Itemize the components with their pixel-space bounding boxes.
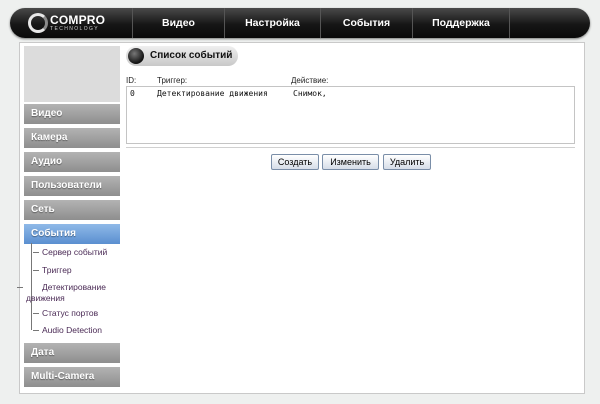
sidebar-item-audio[interactable]: Аудио — [24, 152, 120, 172]
row-0-id[interactable]: 0 — [130, 89, 135, 98]
nav-video[interactable]: Видео — [132, 8, 224, 38]
logo-name: COMPRO — [50, 13, 106, 27]
submenu-port-status[interactable]: Статус портов — [32, 308, 98, 319]
section-divider — [126, 147, 575, 148]
column-header-trigger: Триггер: — [157, 76, 188, 85]
sidebar-item-multi-camera[interactable]: Multi-Camera — [24, 367, 120, 387]
sidebar-item-date[interactable]: Дата — [24, 343, 120, 363]
compro-logo[interactable]: COMPRO TECHNOLOGY — [28, 12, 118, 34]
edit-button[interactable]: Изменить — [322, 154, 379, 170]
create-button[interactable]: Создать — [271, 154, 319, 170]
section-bullet-icon — [128, 48, 144, 64]
sidebar-item-camera[interactable]: Камера — [24, 128, 120, 148]
submenu-motion-detection[interactable]: Детектирование движения — [17, 282, 108, 304]
section-header: Список событий — [126, 46, 238, 66]
sidebar-item-events[interactable]: События — [24, 224, 120, 244]
logo-subtitle: TECHNOLOGY — [50, 26, 100, 32]
top-nav-bar: COMPRO TECHNOLOGY Видео Настройка Событи… — [10, 8, 590, 38]
delete-button[interactable]: Удалить — [383, 154, 431, 170]
column-header-id: ID: — [126, 76, 137, 85]
submenu-audio-detection[interactable]: Audio Detection — [32, 325, 102, 336]
row-0-trigger[interactable]: Детектирование движения — [157, 89, 268, 98]
row-0-action[interactable]: Снимок, — [293, 89, 327, 98]
logo-ring-icon — [28, 13, 48, 33]
sidebar-item-users[interactable]: Пользователи — [24, 176, 120, 196]
submenu-event-server[interactable]: Сервер событий — [32, 247, 107, 258]
nav-events[interactable]: События — [320, 8, 412, 38]
column-header-action: Действие: — [291, 76, 329, 85]
submenu-trigger[interactable]: Триггер — [33, 265, 72, 276]
sidebar-item-video[interactable]: Видео — [24, 104, 120, 124]
nav-settings[interactable]: Настройка — [224, 8, 320, 38]
sidebar-logo-placeholder — [24, 46, 120, 102]
sidebar-item-network[interactable]: Сеть — [24, 200, 120, 220]
section-title: Список событий — [150, 50, 233, 61]
nav-support[interactable]: Поддержка — [412, 8, 510, 38]
